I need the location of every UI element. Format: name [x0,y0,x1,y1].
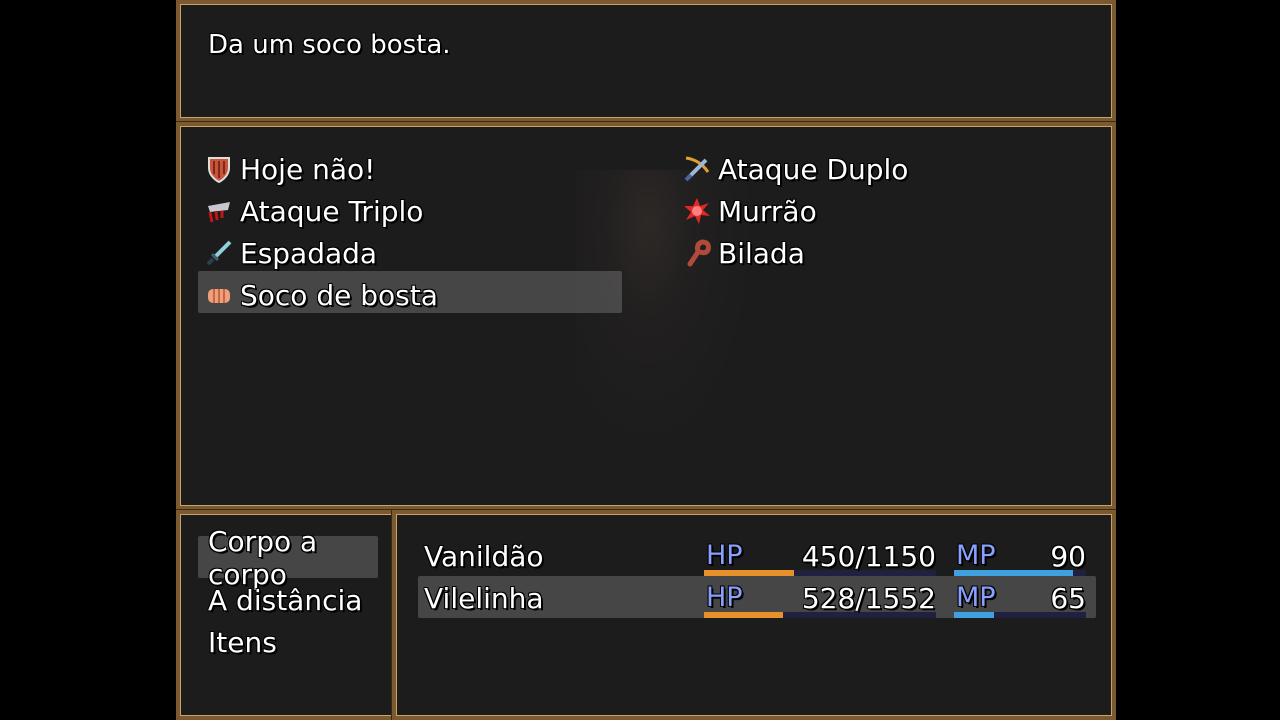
mp-value: 65 [1050,582,1086,615]
hp-label: HP [706,582,743,613]
mp-label: MP [956,582,996,613]
bloody-blade-icon [204,196,234,226]
sword-bow-icon [682,154,712,184]
skill-label: Ataque Triplo [240,194,424,228]
skill-espadada[interactable]: Espadada [204,232,377,274]
sword-icon [204,238,234,268]
party-member-vanildao[interactable]: Vanildão HP 450/1150 MP 90 [414,536,1094,578]
skill-label: Espadada [240,236,378,270]
mp-value: 90 [1050,540,1086,573]
skill-ataque-duplo[interactable]: Ataque Duplo [682,148,908,190]
party-member-vilelinha[interactable]: Vilelinha HP 528/1552 MP 65 [414,578,1094,620]
help-window: Da um soco bosta. [176,0,1116,122]
hp-value: 450/1150 [801,540,936,573]
skill-label: Soco de bosta [240,278,438,312]
skill-label: Bilada [718,236,805,270]
shield-icon [204,154,234,184]
skill-murrao[interactable]: Murrão [682,190,817,232]
fist-icon [204,280,234,310]
actor-name: Vanildão [424,540,544,573]
skill-label: Hoje não! [240,152,376,186]
mp-label: MP [956,540,996,571]
battle-status-window: Vanildão HP 450/1150 MP 90 Vilelinha HP … [392,510,1116,720]
hp-value: 528/1552 [801,582,936,615]
command-itens[interactable]: Itens [208,622,277,662]
command-a-distancia[interactable]: A distância [208,580,362,620]
skill-ataque-triplo[interactable]: Ataque Triplo [204,190,423,232]
skill-label: Ataque Duplo [718,152,909,186]
skill-label: Murrão [718,194,817,228]
battle-screen: Da um soco bosta. Hoje não! Ataque Duplo… [176,0,1116,720]
command-corpo-a-corpo[interactable]: Corpo a corpo [208,525,392,591]
skill-soco-de-bosta[interactable]: Soco de bosta [204,274,438,316]
actor-name: Vilelinha [424,582,544,615]
burst-icon [682,196,712,226]
skill-hoje-nao[interactable]: Hoje não! [204,148,375,190]
hp-label: HP [706,540,743,571]
club-icon [682,238,712,268]
help-text: Da um soco bosta. [208,30,451,60]
skill-bilada[interactable]: Bilada [682,232,805,274]
actor-command-window: Corpo a corpo A distância Itens [176,510,396,720]
skill-window: Hoje não! Ataque Duplo Ataque Triplo Mur… [176,122,1116,510]
